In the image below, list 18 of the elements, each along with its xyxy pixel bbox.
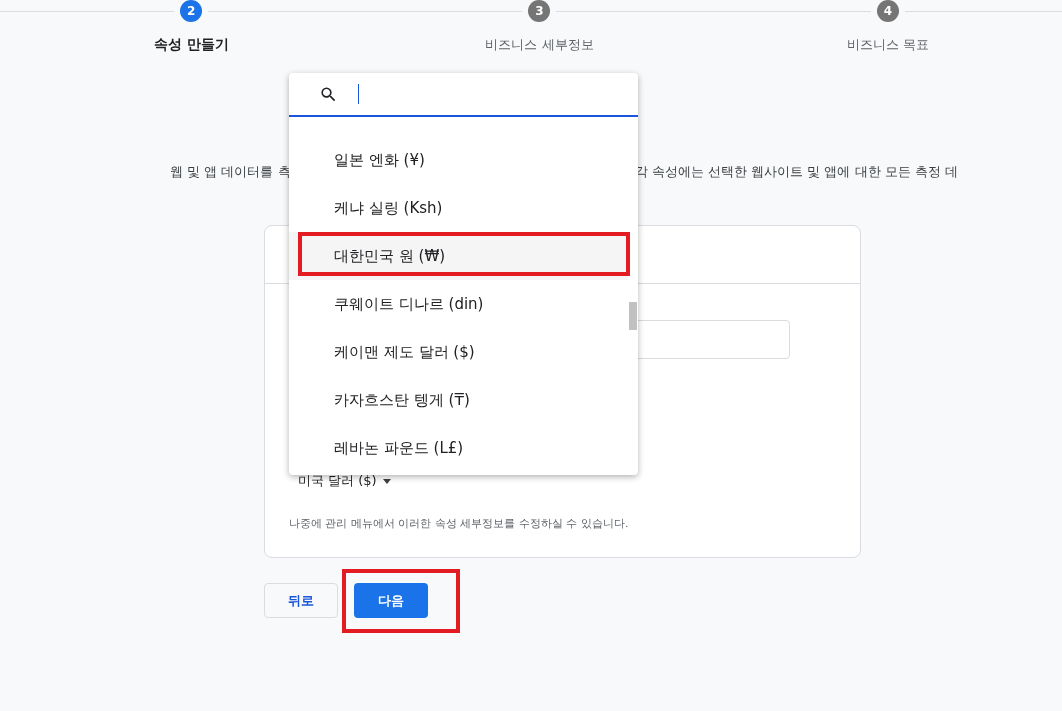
help-text: 나중에 관리 메뉴에서 이러한 속성 세부정보를 수정하실 수 있습니다. — [289, 516, 630, 531]
currency-option[interactable]: 카자흐스탄 텡게 (₸) — [289, 376, 638, 424]
caret-icon — [382, 478, 391, 484]
currency-option[interactable]: 레바논 파운드 (L£) — [289, 424, 638, 472]
currency-option[interactable]: 대한민국 원 (₩) — [289, 232, 628, 280]
currency-option[interactable]: 일본 엔화 (¥) — [289, 136, 638, 184]
step-label: 속성 만들기 — [153, 36, 229, 54]
back-button[interactable]: 뒤로 — [264, 583, 338, 618]
step-label: 비즈니스 목표 — [846, 36, 929, 54]
step-label: 비즈니스 세부정보 — [485, 36, 594, 54]
currency-option[interactable]: 케이맨 제도 달러 ($) — [289, 328, 638, 376]
currency-option[interactable]: 케냐 실링 (Ksh) — [289, 184, 638, 232]
currency-select[interactable]: 미국 달러 ($) — [298, 472, 391, 490]
description-text: 웹 및 앱 데이터를 측 — [170, 163, 291, 181]
next-button[interactable]: 다음 — [354, 583, 428, 618]
scrollbar-thumb[interactable] — [629, 302, 637, 330]
search-icon — [319, 84, 338, 104]
currency-option[interactable]: 쿠웨이트 디나르 (din) — [289, 280, 638, 328]
